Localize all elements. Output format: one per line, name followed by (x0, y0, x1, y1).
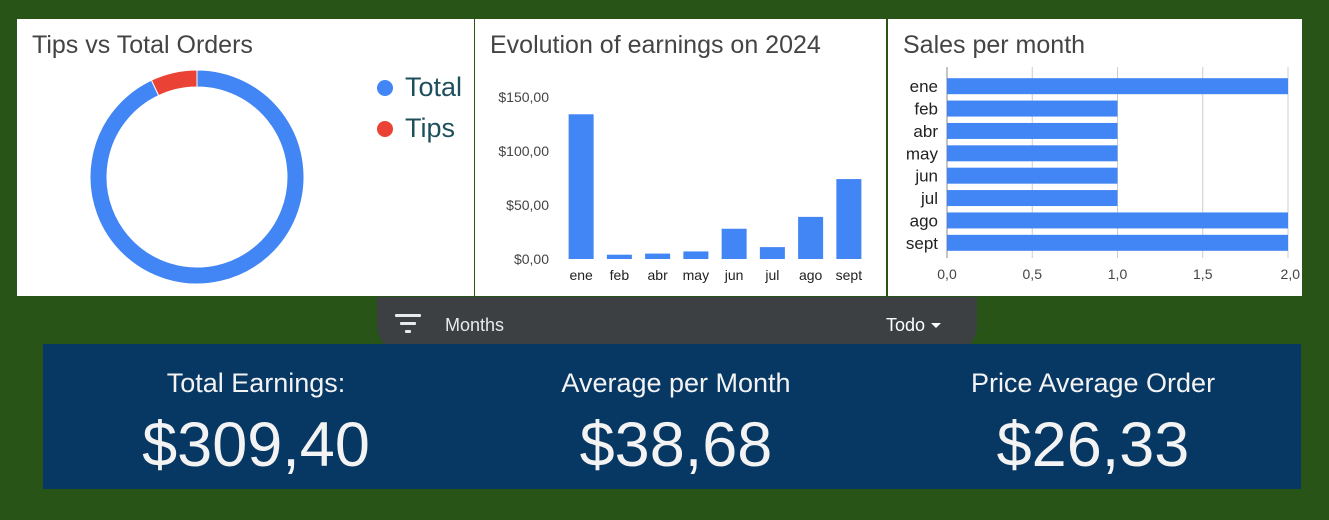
legend-label: Tips (405, 113, 456, 143)
x-tick-label: 1,0 (1108, 266, 1128, 282)
donut-chart[interactable] (17, 19, 474, 296)
y-tick-label: feb (914, 100, 938, 119)
earnings-bar-chart-panel: Evolution of earnings on 2024 $150,00 $10… (475, 19, 886, 296)
bar-jun[interactable] (721, 228, 747, 259)
bar-ene[interactable] (568, 114, 594, 259)
x-tick-label: sept (836, 267, 863, 283)
bar-sept[interactable] (947, 234, 1288, 251)
bar-feb[interactable] (606, 254, 632, 259)
bar-jul[interactable] (759, 247, 785, 259)
filter-icon (395, 314, 421, 334)
bar-may[interactable] (683, 251, 709, 259)
donut-slice-tips[interactable] (150, 69, 198, 97)
x-tick-label: jul (764, 267, 779, 283)
kpi-value: $38,68 (579, 410, 773, 480)
y-tick-label: $150,00 (498, 89, 549, 105)
x-tick-label: jun (724, 267, 744, 283)
filter-label: Months (445, 315, 505, 335)
bar-abr[interactable] (947, 122, 1118, 139)
x-tick-label: ago (799, 267, 823, 283)
kpi-value: $26,33 (996, 410, 1190, 480)
y-tick-label: ago (910, 211, 938, 230)
bar-may[interactable] (947, 145, 1118, 162)
kpi-price-average-order: Price Average Order $26,33 (883, 344, 1303, 480)
y-tick-label: abr (913, 122, 938, 141)
y-tick-label: jun (914, 167, 938, 186)
y-tick-label: $100,00 (498, 143, 549, 159)
x-tick-label: 1,5 (1193, 266, 1213, 282)
x-tick-label: 0,0 (937, 266, 957, 282)
y-tick-label: jul (920, 189, 938, 208)
bar-jun[interactable] (947, 167, 1118, 184)
y-tick-label: may (906, 144, 939, 163)
legend-dot-tips (377, 120, 393, 137)
legend-label: Total (405, 72, 463, 102)
kpi-total-earnings: Total Earnings: $309,40 (46, 344, 466, 480)
bar-ago[interactable] (947, 212, 1288, 229)
earnings-bar-chart[interactable]: $150,00 $100,00 $50,00 $0,00 ene feb abr may jun… (475, 19, 886, 296)
kpi-label: Price Average Order (970, 368, 1216, 398)
kpi-label: Average per Month (561, 368, 791, 398)
y-tick-label: sept (906, 234, 938, 253)
filter-dropdown-value[interactable]: Todo (886, 315, 925, 336)
donut-slice-total[interactable] (89, 69, 305, 285)
bar-ene[interactable] (947, 78, 1288, 95)
y-tick-label: ene (910, 77, 938, 96)
x-tick-label: 0,5 (1023, 266, 1043, 282)
sales-bar-chart-panel: Sales per month 0,0 0,5 1,0 1,5 2,0 ene feb abr… (888, 19, 1302, 296)
chevron-down-icon[interactable] (931, 323, 941, 328)
x-tick-label: 2,0 (1281, 266, 1301, 282)
x-tick-label: abr (648, 267, 669, 283)
donut-chart-panel: Tips vs Total Orders Total Tips (17, 19, 474, 296)
x-tick-label: may (683, 267, 709, 283)
bar-feb[interactable] (947, 100, 1118, 117)
kpi-average-per-month: Average per Month $38,68 (466, 344, 886, 480)
kpi-label: Total Earnings: (166, 368, 346, 398)
chart-legend: Total Tips (377, 67, 462, 149)
sales-bar-chart[interactable]: 0,0 0,5 1,0 1,5 2,0 ene feb abr may jun jul ago sept (888, 19, 1302, 296)
bar-abr[interactable] (645, 253, 671, 259)
legend-dot-total (377, 79, 393, 96)
kpi-scorecards: Total Earnings: $309,40 Average per Mont… (43, 344, 1301, 489)
bar-ago[interactable] (798, 216, 824, 259)
y-tick-label: $0,00 (514, 251, 549, 267)
kpi-value: $309,40 (142, 410, 370, 480)
x-tick-label: ene (569, 267, 593, 283)
x-tick-label: feb (610, 267, 630, 283)
legend-item-total[interactable]: Total (377, 67, 462, 108)
bar-jul[interactable] (947, 190, 1118, 207)
legend-item-tips[interactable]: Tips (377, 108, 462, 149)
y-tick-label: $50,00 (506, 197, 549, 213)
bar-sept[interactable] (836, 179, 862, 259)
